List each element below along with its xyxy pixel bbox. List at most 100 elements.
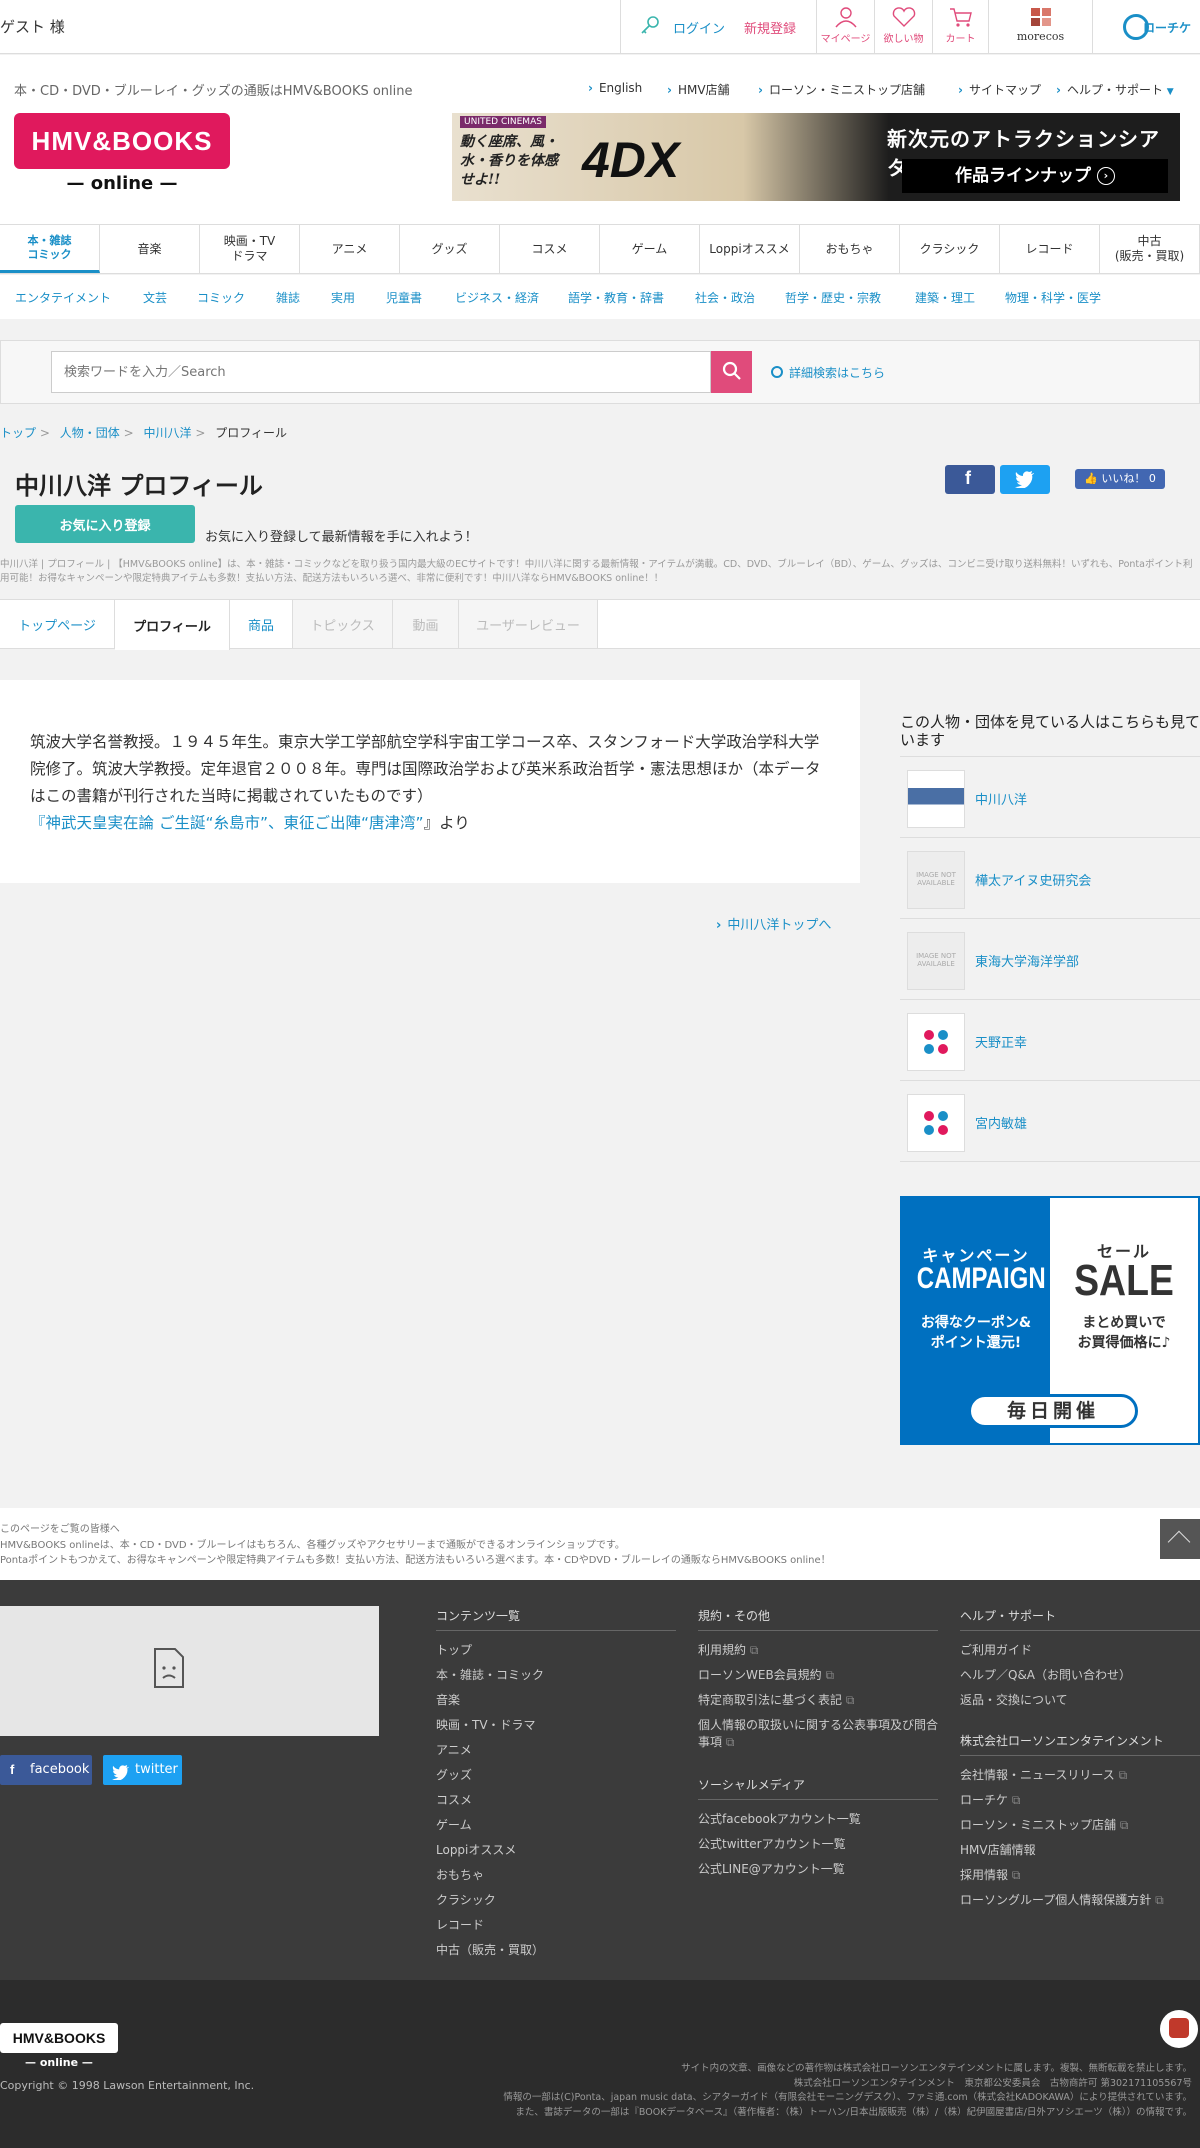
category-music[interactable]: 音楽 (100, 225, 200, 273)
signup-link[interactable]: 新規登録 (744, 18, 796, 37)
footer-contents-link[interactable]: アニメ (436, 1742, 472, 1759)
subcategory-link[interactable]: 語学・教育・辞書 (568, 289, 664, 306)
category-toys[interactable]: おもちゃ (800, 225, 900, 273)
subcategory-link[interactable]: エンタテイメント (15, 289, 111, 306)
category-classical[interactable]: クラシック (900, 225, 1000, 273)
footer-contents-link[interactable]: 映画・TV・ドラマ (436, 1717, 536, 1734)
subcategory-link[interactable]: 建築・理工 (915, 289, 975, 306)
category-books[interactable]: 本・雑誌 コミック (0, 225, 100, 273)
related-person-item[interactable]: IMAGE NOT AVAILABLE 樺太アイヌ史研究会 (900, 837, 1200, 918)
header-link-lawson-stores[interactable]: ローソン・ミニストップ店舗 (758, 81, 925, 98)
footer-link-web-terms[interactable]: ローソンWEB会員規約 ⧉ (698, 1667, 834, 1684)
banner-lineup-button[interactable]: 作品ラインナップ › (902, 159, 1168, 193)
breadcrumb-top[interactable]: トップ (0, 426, 36, 440)
footer-link-terms[interactable]: 利用規約 ⧉ (698, 1642, 758, 1659)
footer-logo[interactable]: HMV&BOOKS (0, 2023, 118, 2053)
campaign-sale-banner[interactable]: キャンペーン CAMPAIGN お得なクーポン& ポイント還元! セール SAL… (900, 1196, 1200, 1445)
subcategory-link[interactable]: 哲学・歴史・宗教 (785, 289, 881, 306)
footer-link-twitter-accounts[interactable]: 公式twitterアカウント一覧 (698, 1836, 846, 1853)
category-anime[interactable]: アニメ (300, 225, 400, 273)
source-book-link[interactable]: 神武天皇実在論 ご生誕“糸島市”、東征ご出陣“唐津湾” (46, 814, 424, 832)
footer-contents-link[interactable]: おもちゃ (436, 1867, 484, 1884)
footer-contents-link[interactable]: トップ (436, 1642, 472, 1659)
footer-contents-link[interactable]: ゲーム (436, 1817, 472, 1834)
footer-link-privacy-notice[interactable]: 個人情報の取扱いに関する公表事項及び問合事項 ⧉ (698, 1717, 938, 1751)
footer-link-lochike[interactable]: ローチケ ⧉ (960, 1792, 1020, 1809)
category-used[interactable]: 中古 (販売・買取) (1100, 225, 1200, 273)
related-person-name[interactable]: 天野正幸 (975, 1032, 1027, 1051)
footer-contents-link[interactable]: 本・雑誌・コミック (436, 1667, 544, 1684)
footer-link-guide[interactable]: ご利用ガイド (960, 1642, 1032, 1659)
advanced-search-link[interactable]: 詳細検索はこちら (771, 364, 885, 381)
footer-link-lawson-stores[interactable]: ローソン・ミニストップ店舗 ⧉ (960, 1817, 1128, 1834)
facebook-share-button[interactable]: f (945, 465, 995, 494)
related-person-item[interactable]: 中川八洋 (900, 756, 1200, 837)
site-logo[interactable]: HMV&BOOKS (14, 113, 230, 169)
category-movies-tv[interactable]: 映画・TV ドラマ (200, 225, 300, 273)
footer-link-returns[interactable]: 返品・交換について (960, 1692, 1068, 1709)
related-person-name[interactable]: 中川八洋 (975, 789, 1027, 808)
header-link-english[interactable]: English (588, 81, 642, 95)
footer-link-facebook-accounts[interactable]: 公式facebookアカウント一覧 (698, 1811, 861, 1828)
footer-twitter-button[interactable]: twitter (103, 1755, 182, 1785)
subcategory-link[interactable]: 社会・政治 (695, 289, 755, 306)
twitter-share-button[interactable] (1000, 465, 1050, 494)
footer-contents-link[interactable]: コスメ (436, 1792, 472, 1809)
header-link-hmv-stores[interactable]: HMV店舗 (667, 81, 730, 98)
favorite-button[interactable]: お気に入り登録 (15, 505, 195, 543)
footer-link-line-accounts[interactable]: 公式LINE@アカウント一覧 (698, 1861, 845, 1878)
wishlist-button[interactable]: 欲しい物 (874, 0, 932, 54)
header-link-help[interactable]: ヘルプ・サポート ▼ (1056, 81, 1174, 98)
subcategory-link[interactable]: ビジネス・経済 (455, 289, 539, 306)
footer-link-commerce-law[interactable]: 特定商取引法に基づく表記 ⧉ (698, 1692, 854, 1709)
related-person-item[interactable]: 天野正幸 (900, 999, 1200, 1080)
footer-contents-link[interactable]: Loppiオススメ (436, 1842, 516, 1859)
breadcrumb-people[interactable]: 人物・団体 (60, 426, 120, 440)
subcategory-link[interactable]: 物理・科学・医学 (1005, 289, 1101, 306)
like-button[interactable]: 👍 いいね！ 0 (1075, 469, 1165, 489)
footer-facebook-button[interactable]: f facebook (0, 1755, 92, 1785)
mypage-button[interactable]: マイページ (816, 0, 874, 54)
subcategory-link[interactable]: 実用 (331, 289, 355, 306)
footer-link-faq[interactable]: ヘルプ／Q&A（お問い合わせ） (960, 1667, 1131, 1684)
subcategory-link[interactable]: 雑誌 (276, 289, 300, 306)
tab-top[interactable]: トップページ (0, 600, 115, 648)
tab-profile[interactable]: プロフィール (115, 600, 230, 650)
category-games[interactable]: ゲーム (600, 225, 700, 273)
header-link-sitemap[interactable]: サイトマップ (958, 81, 1041, 98)
category-records[interactable]: レコード (1000, 225, 1100, 273)
related-person-name[interactable]: 樺太アイヌ史研究会 (975, 870, 1091, 889)
cart-button[interactable]: カート (932, 0, 988, 54)
footer-link-hmv-stores[interactable]: HMV店舗情報 (960, 1842, 1036, 1859)
related-person-item[interactable]: 宮内敏雄 (900, 1080, 1200, 1161)
footer-link-group-privacy[interactable]: ローソングループ個人情報保護方針 ⧉ (960, 1892, 1164, 1909)
footer-contents-link[interactable]: グッズ (436, 1767, 472, 1784)
footer-contents-link[interactable]: クラシック (436, 1892, 496, 1909)
tab-products[interactable]: 商品 (230, 600, 293, 648)
breadcrumb-person[interactable]: 中川八洋 (143, 426, 191, 440)
footer-contents-link[interactable]: レコード (436, 1917, 484, 1934)
security-seal-icon[interactable] (1160, 2010, 1198, 2048)
person-top-link[interactable]: 中川八洋トップへ (716, 914, 831, 933)
category-cosmetics[interactable]: コスメ (500, 225, 600, 273)
related-person-name[interactable]: 東海大学海洋学部 (975, 951, 1079, 970)
search-input[interactable] (51, 351, 711, 393)
category-goods[interactable]: グッズ (400, 225, 500, 273)
subcategory-link[interactable]: 児童書 (386, 289, 422, 306)
4dx-banner[interactable]: UNITED CINEMAS 動く座席、風・水・香りを体感せよ!! 4DX 新次… (452, 113, 1180, 201)
footer-link-company[interactable]: 会社情報・ニュースリリース ⧉ (960, 1767, 1127, 1784)
sale-desc: まとめ買いで お買得価格に♪ (1077, 1315, 1171, 1352)
subcategory-link[interactable]: 文芸 (143, 289, 167, 306)
back-to-top-button[interactable] (1160, 1519, 1200, 1559)
related-person-name[interactable]: 宮内敏雄 (975, 1113, 1027, 1132)
lochike-link[interactable]: ローチケ (1092, 0, 1200, 54)
footer-contents-link[interactable]: 音楽 (436, 1692, 460, 1709)
related-person-item[interactable]: IMAGE NOT AVAILABLE 東海大学海洋学部 (900, 918, 1200, 999)
footer-contents-link[interactable]: 中古（販売・買取） (436, 1942, 544, 1959)
search-button[interactable] (711, 351, 752, 393)
login-link[interactable]: ログイン (673, 18, 725, 37)
morecos-link[interactable]: morecos (988, 0, 1092, 54)
category-loppi[interactable]: Loppiオススメ (700, 225, 800, 273)
footer-link-careers[interactable]: 採用情報 ⧉ (960, 1867, 1020, 1884)
subcategory-link[interactable]: コミック (197, 289, 245, 306)
